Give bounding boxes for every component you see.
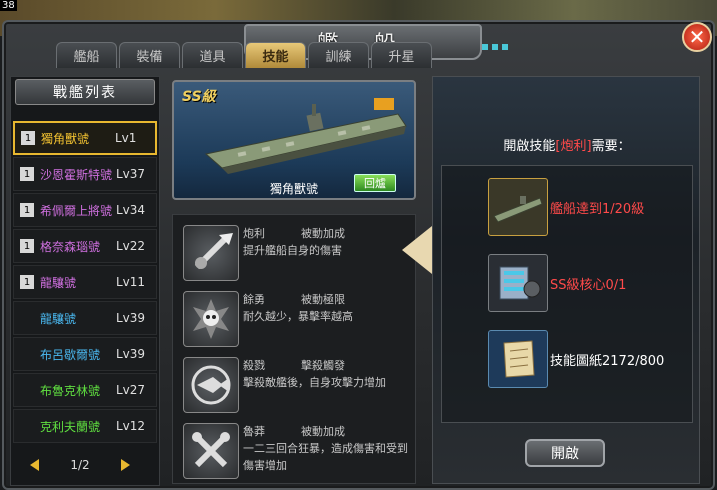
skill-text: 殺戮 擊殺觸發擊殺敵艦後，自身攻擊力增加 xyxy=(243,355,413,417)
ship-list-level: Lv39 xyxy=(116,347,146,361)
ship-grade: SS級 xyxy=(182,89,216,105)
tab-4[interactable]: 訓練 xyxy=(308,42,369,68)
ship-list-level: Lv37 xyxy=(116,167,146,181)
skill-text: 炮利 被動加成提升艦船自身的傷害 xyxy=(243,223,413,285)
unlock-skill-button[interactable]: 開啟 xyxy=(525,439,605,467)
tab-0[interactable]: 艦船 xyxy=(56,42,117,68)
fleet-list-item[interactable]: 1 格奈森瑙號 Lv22 xyxy=(13,229,157,263)
skill-name: 炮利 xyxy=(243,227,265,240)
fleet-list-title: 戰艦列表 xyxy=(15,79,155,105)
ship-name: 獨角獸號 xyxy=(270,182,319,196)
skull-icon xyxy=(183,291,239,347)
fish-icon xyxy=(183,357,239,413)
skill-text: 餘勇 被動極限耐久越少，暴擊率越高 xyxy=(243,289,413,351)
skill-description: 一二三回合狂暴，造成傷害和受到傷害增加 xyxy=(243,442,408,472)
ship-list-level: Lv12 xyxy=(116,419,146,433)
cannon-icon xyxy=(183,225,239,281)
fleet-list-item[interactable]: 1 希佩爾上將號 Lv34 xyxy=(13,193,157,227)
ship-list-name: 布魯克林號 xyxy=(40,383,101,398)
skill-text: 魯莽 被動加成一二三回合狂暴，造成傷害和受到傷害增加 xyxy=(243,421,413,483)
skill-name: 餘勇 xyxy=(243,293,265,306)
ship-list-level: Lv27 xyxy=(116,383,146,397)
ship-list-level: Lv39 xyxy=(116,311,146,325)
ship-list-name: 克利夫蘭號 xyxy=(40,419,101,434)
fleet-list-item[interactable]: 布魯克林號 Lv27 xyxy=(13,373,157,407)
ship-list-level: Lv1 xyxy=(115,131,137,145)
ship-list-name: 布呂歇爾號 xyxy=(40,347,101,362)
skill-row[interactable]: 炮利 被動加成提升艦船自身的傷害 xyxy=(177,223,413,285)
skill-description: 擊殺敵艦後，自身攻擊力增加 xyxy=(243,376,386,389)
requirement-item-core: SS級核心0/1 xyxy=(550,278,627,293)
close-button[interactable]: ✕ xyxy=(682,22,712,52)
skill-row[interactable]: 餘勇 被動極限耐久越少，暴擊率越高 xyxy=(177,289,413,351)
fleet-list-item[interactable]: 1 獨角獸號 Lv1 xyxy=(13,121,157,155)
tab-1[interactable]: 裝備 xyxy=(119,42,180,68)
scroll-icon xyxy=(488,330,548,388)
skill-row[interactable]: 魯莽 被動加成一二三回合狂暴，造成傷害和受到傷害增加 xyxy=(177,421,413,483)
fleet-list-item[interactable]: 1 沙恩霍斯特號 Lv37 xyxy=(13,157,157,191)
ship-list-name: 沙恩霍斯特號 xyxy=(40,167,113,182)
tab-5[interactable]: 升星 xyxy=(371,42,432,68)
ship-list-name: 獨角獸號 xyxy=(41,131,90,146)
requirement-skill-name: [炮利] xyxy=(555,139,592,154)
skill-type: 被動極限 xyxy=(301,293,345,306)
aircraft-carrier-icon xyxy=(204,98,407,174)
fleet-list-item[interactable]: 克利夫蘭號 Lv12 xyxy=(13,409,157,443)
requirement-panel: 開啟技能[炮利]需要： 艦船達到1/20級 SS級核心0/1 技能圖紙2172/… xyxy=(432,76,700,484)
fleet-list-item[interactable]: 布呂歇爾號 Lv39 xyxy=(13,337,157,371)
prev-page-button[interactable] xyxy=(30,459,39,471)
ship-list-name: 格奈森瑙號 xyxy=(40,239,101,254)
skill-type: 被動加成 xyxy=(301,227,345,240)
skill-description: 提升艦船自身的傷害 xyxy=(243,244,342,257)
rank-badge: 1 xyxy=(21,131,35,145)
fleet-list-panel: 戰艦列表 1 獨角獸號 Lv1 1 沙恩霍斯特號 Lv37 1 希佩爾上將號 Lv34 1 格奈森瑙… xyxy=(10,76,160,486)
requirement-title-suffix: 需要： xyxy=(591,139,631,154)
corner-number: 38 xyxy=(0,0,17,11)
requirement-title-prefix: 開啟技能 xyxy=(503,139,556,154)
ship-list-level: Lv11 xyxy=(116,275,146,289)
rank-badge: 1 xyxy=(20,203,34,217)
rank-badge: 1 xyxy=(20,275,34,289)
requirement-item-level: 艦船達到1/20級 xyxy=(550,202,645,217)
ship-list-name: 龍驤號 xyxy=(40,311,77,326)
requirement-item-blueprint: 技能圖紙2172/800 xyxy=(550,354,665,369)
requirement-list: 艦船達到1/20級 SS級核心0/1 技能圖紙2172/800 xyxy=(441,165,693,423)
skill-type: 被動加成 xyxy=(301,425,345,438)
ship-icon xyxy=(488,178,548,236)
skill-name: 殺戮 xyxy=(243,359,265,372)
fleet-list-item[interactable]: 龍驤號 Lv39 xyxy=(13,301,157,335)
requirement-title: 開啟技能[炮利]需要： xyxy=(433,135,701,154)
tab-bar: 艦船 裝備 道具 技能 訓練 升星 xyxy=(56,42,432,68)
restore-button[interactable]: 回爐 xyxy=(354,174,396,192)
page-indicator: 1/2 xyxy=(70,458,90,472)
ship-list-level: Lv22 xyxy=(116,239,146,253)
close-icon: ✕ xyxy=(688,25,706,49)
selected-skill-arrow xyxy=(402,226,432,274)
skill-row[interactable]: 殺戮 擊殺觸發擊殺敵艦後，自身攻擊力增加 xyxy=(177,355,413,417)
rank-badge: 1 xyxy=(20,167,34,181)
rank-badge: 1 xyxy=(20,239,34,253)
skill-description: 耐久越少，暴擊率越高 xyxy=(243,310,353,323)
tab-3[interactable]: 技能 xyxy=(245,42,306,68)
skill-type: 擊殺觸發 xyxy=(301,359,345,372)
fleet-list-item[interactable]: 1 龍驤號 Lv11 xyxy=(13,265,157,299)
skills-panel: 炮利 被動加成 提升艦船自身的傷害 餘勇 被動極限 耐久越少，暴擊率越高 殺戮 擊殺觸發 擊殺敵… xyxy=(172,214,416,484)
ship-list-name: 龍驤號 xyxy=(40,275,77,290)
skill-name: 魯莽 xyxy=(243,425,265,438)
ship-card: SS級 獨角獸號 回爐 xyxy=(172,80,416,200)
crossed-wrenches-icon xyxy=(183,423,239,479)
next-page-button[interactable] xyxy=(121,459,130,471)
pagination: 1/2 xyxy=(30,456,130,474)
tab-2[interactable]: 道具 xyxy=(182,42,243,68)
core-icon xyxy=(488,254,548,312)
ship-list-name: 希佩爾上將號 xyxy=(40,203,113,218)
ship-list-level: Lv34 xyxy=(116,203,146,217)
